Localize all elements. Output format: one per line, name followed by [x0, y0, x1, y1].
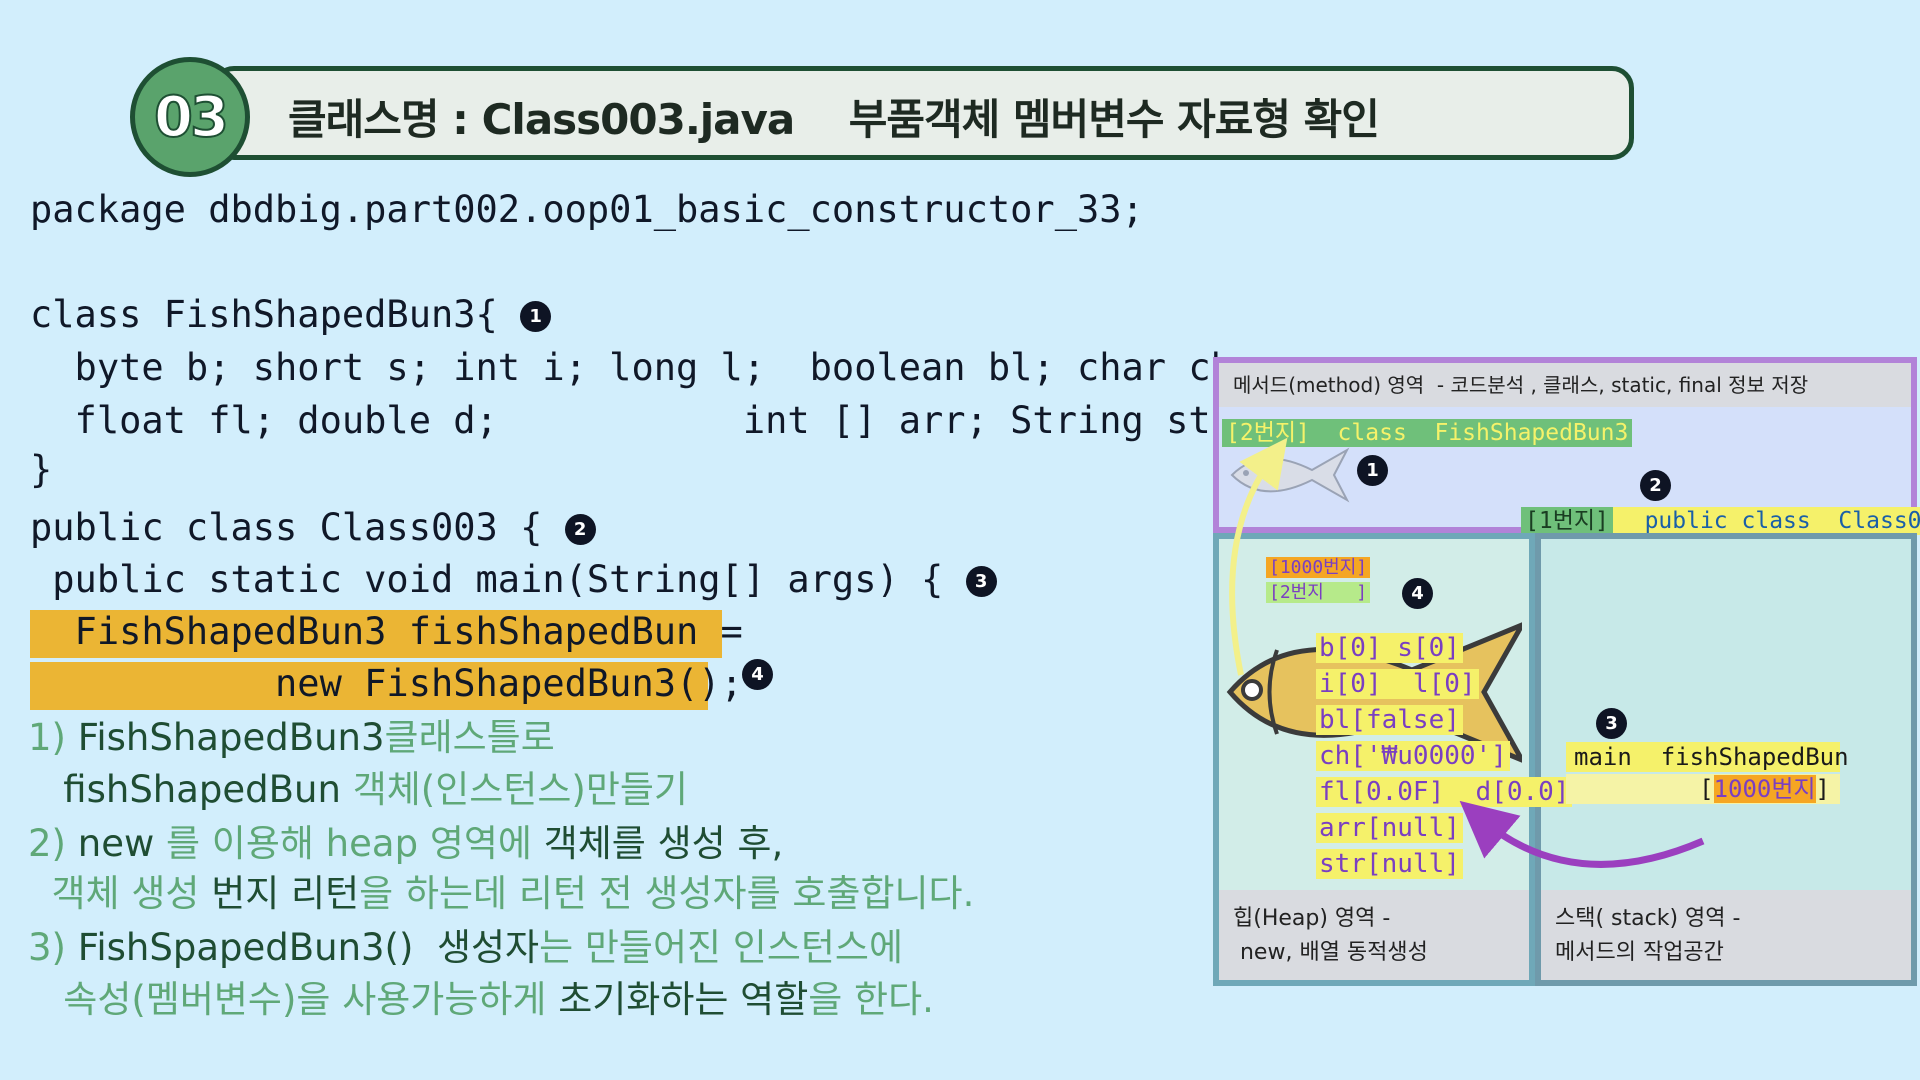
code-public-class-text: public class Class003 { — [30, 506, 543, 549]
note-1-class: FishShapedBun3 — [77, 716, 385, 759]
code-main-method: public static void main(String[] args) {… — [30, 558, 997, 602]
note-3-pre: 속성(멤버변수)을 사용가능하게 — [28, 978, 559, 1021]
note-3-constructor: FishSpapedBun3() 생성자 — [77, 926, 540, 969]
code-highlight-line1: FishShapedBun3 fishShapedBun = — [30, 610, 743, 658]
marker-2: 2 — [564, 514, 596, 545]
reference-arrows — [1229, 437, 1705, 868]
stack-to-heap-arrow — [1459, 800, 1705, 868]
code-package-line: package dbdbig.part002.oop01_basic_const… — [30, 188, 1144, 231]
note-3-line2: 속성(멤버변수)을 사용가능하게 초기화하는 역할을 한다. — [28, 974, 934, 1026]
note-3-init: 초기화하는 역할 — [558, 978, 809, 1021]
note-2-line2: 객체 생성 번지 리턴을 하는데 리턴 전 생성자를 호출합니다. — [28, 868, 975, 920]
code-fields-line1: byte b; short s; int i; long l; boolean … — [30, 346, 1256, 389]
marker-4: 4 — [742, 659, 773, 690]
note-1-line1: 1) FishShapedBun3클래스틀로 — [28, 712, 555, 764]
marker-3: 3 — [965, 566, 997, 597]
note-2-return: 번지 리턴 — [211, 872, 360, 915]
class-reference-arrow — [1229, 437, 1288, 676]
note-3-rest: 는 만들어진 인스턴스에 — [539, 926, 904, 969]
note-2-mid: 를 이용해 heap 영역에 — [154, 822, 544, 865]
marker-4-code: 4 — [742, 659, 773, 690]
note-3-line1: 3) FishSpapedBun3() 생성자는 만들어진 인스턴스에 — [28, 922, 903, 974]
code-highlight-line2: new FishShapedBun3(); — [30, 662, 743, 710]
note-3-end: 을 한다. — [808, 978, 934, 1021]
code-class-decl: class FishShapedBun3{ 1 — [30, 293, 552, 337]
note-2-pre: 객체 생성 — [28, 872, 212, 915]
code-fields-line2: float fl; double d; int [] arr; String s… — [30, 399, 1256, 442]
slide-title: 클래스명 : Class003.java 부품객체 멤버변수 자료형 확인 — [288, 95, 1380, 144]
note-1-line2: fishShapedBun 객체(인스턴스)만들기 — [28, 764, 688, 816]
note-2-rest: 을 하는데 리턴 전 생성자를 호출합니다. — [359, 872, 975, 915]
note-1-rest: 클래스틀로 — [384, 716, 555, 759]
code-main-text: public static void main(String[] args) { — [30, 558, 944, 601]
slide-number-badge: 03 — [130, 57, 250, 177]
marker-1: 1 — [520, 301, 552, 332]
note-3-prefix: 3) — [28, 926, 78, 969]
note-2-prefix: 2) — [28, 822, 78, 865]
code-close-brace: } — [30, 448, 53, 491]
note-2-new: new — [77, 822, 155, 865]
note-2-line1: 2) new 를 이용해 heap 영역에 객체를 생성 후, — [28, 818, 783, 870]
note-1-object-rest: 객체(인스턴스)만들기 — [340, 768, 688, 811]
note-1-prefix: 1) — [28, 716, 78, 759]
note-2-create: 객체를 생성 후, — [543, 822, 784, 865]
note-1-object: fishShapedBun — [28, 768, 341, 811]
code-class-text: class FishShapedBun3{ — [30, 293, 498, 336]
code-public-class: public class Class003 { 2 — [30, 506, 596, 550]
